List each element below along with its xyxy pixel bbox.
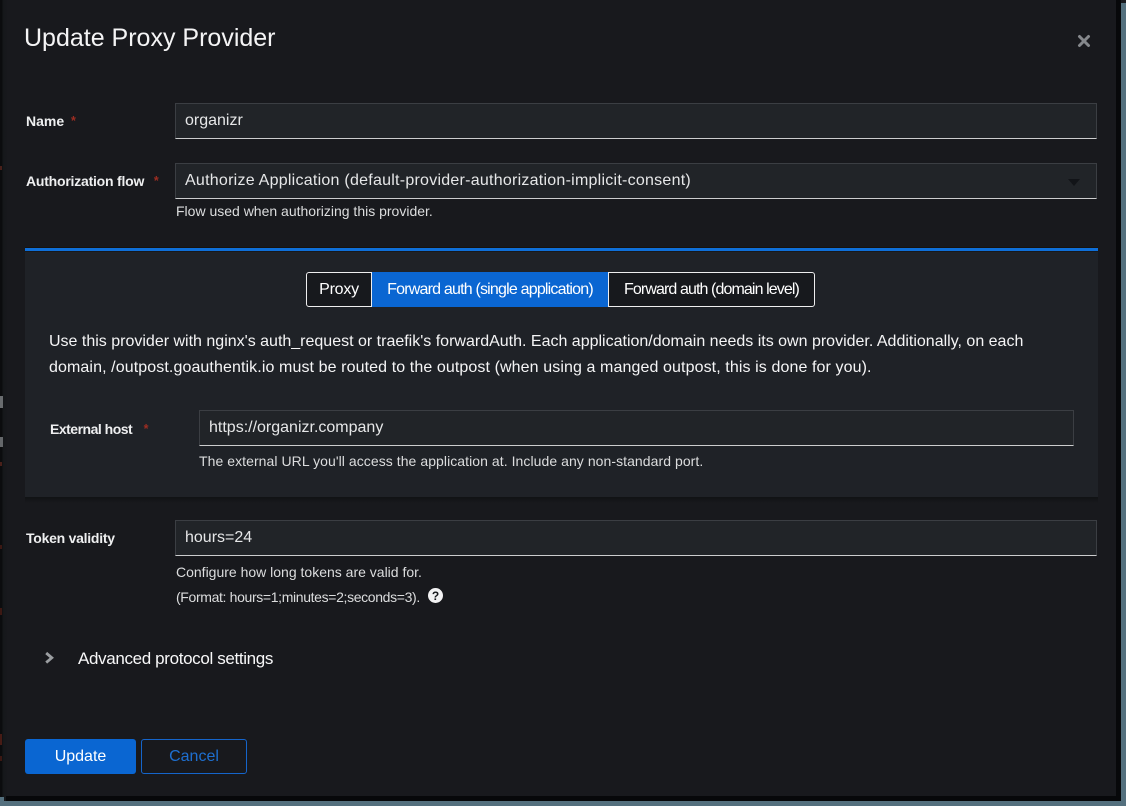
svg-text:?: ?: [432, 589, 439, 603]
